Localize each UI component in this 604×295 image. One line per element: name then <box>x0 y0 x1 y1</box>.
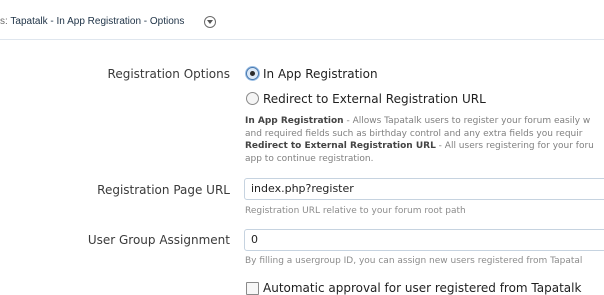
desc-external-title: Redirect to External Registration URL <box>245 141 436 151</box>
page-title-clipped <box>0 0 604 6</box>
radio-external-registration[interactable] <box>246 92 259 105</box>
breadcrumb-prefix: s: <box>0 16 8 27</box>
breadcrumb-trail[interactable]: Tapatalk - In App Registration - Options <box>10 16 184 27</box>
registration-options-description-line3: Redirect to External Registration URL - … <box>245 141 594 152</box>
desc-in-app-text: - Allows Tapatalk users to register your… <box>343 116 591 126</box>
chevron-down-icon[interactable] <box>204 16 216 28</box>
desc-in-app-title: In App Registration <box>245 116 344 126</box>
breadcrumb[interactable]: s: Tapatalk - In App Registration - Opti… <box>0 16 184 27</box>
user-group-label: User Group Assignment <box>87 233 230 247</box>
registration-url-hint: Registration URL relative to your forum … <box>245 206 466 216</box>
user-group-hint: By filling a usergroup ID, you can assig… <box>245 256 583 266</box>
registration-options-description-line2: and required fields such as birthday con… <box>245 129 583 139</box>
registration-options-description-line1: In App Registration - Allows Tapatalk us… <box>245 116 590 127</box>
auto-approval-checkbox[interactable] <box>246 282 259 295</box>
auto-approval-label[interactable]: Automatic approval for user registered f… <box>263 281 581 295</box>
user-group-input[interactable]: 0 <box>244 229 604 251</box>
radio-in-app-registration-label[interactable]: In App Registration <box>263 67 378 81</box>
radio-external-registration-label[interactable]: Redirect to External Registration URL <box>263 92 486 106</box>
registration-options-label: Registration Options <box>107 67 230 81</box>
radio-in-app-registration[interactable] <box>246 67 259 80</box>
desc-external-text: - All users registering for your foru <box>435 141 594 151</box>
registration-options-description-line4: app to continue registration. <box>245 154 374 164</box>
registration-url-label: Registration Page URL <box>97 183 230 197</box>
registration-url-input[interactable]: index.php?register <box>244 178 604 200</box>
